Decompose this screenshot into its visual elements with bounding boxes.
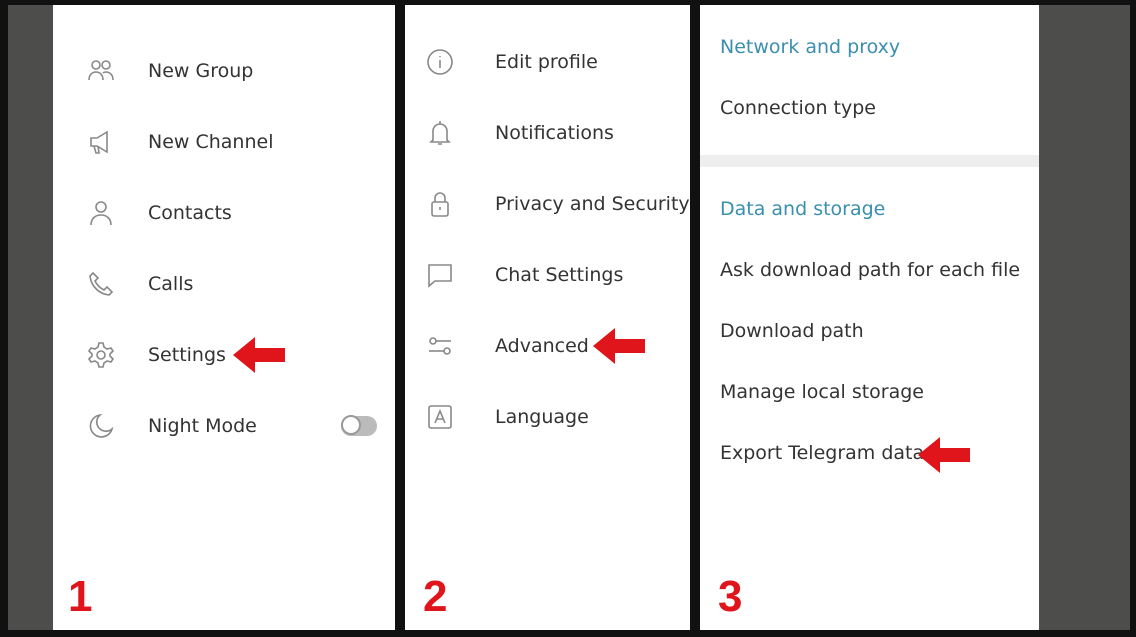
- section-title-network: Network and proxy: [720, 36, 901, 58]
- menu-item-label: New Channel: [148, 131, 274, 153]
- settings-item-advanced[interactable]: Advanced: [405, 326, 690, 366]
- menu-item-new-group[interactable]: New Group: [53, 51, 395, 91]
- group-icon: [86, 56, 116, 86]
- menu-item-calls[interactable]: Calls: [53, 264, 395, 304]
- settings-item-chat[interactable]: Chat Settings: [405, 255, 690, 295]
- menu-item-settings[interactable]: Settings: [53, 335, 395, 375]
- menu-item-label: Night Mode: [148, 415, 257, 437]
- gear-icon: [86, 340, 116, 370]
- phone-icon: [86, 269, 116, 299]
- settings-item-notifications[interactable]: Notifications: [405, 113, 690, 153]
- manage-local-storage-item[interactable]: Manage local storage: [720, 381, 924, 403]
- person-icon: [86, 198, 116, 228]
- sliders-icon: [425, 331, 455, 361]
- settings-item-language[interactable]: Language: [405, 397, 690, 437]
- settings-panel: Edit profile Notifications Privacy and S…: [405, 5, 690, 630]
- ask-download-path-item[interactable]: Ask download path for each file: [720, 259, 1020, 281]
- settings-item-edit-profile[interactable]: Edit profile: [405, 42, 690, 82]
- left-background: [8, 5, 53, 630]
- red-arrow-indicator: [918, 437, 970, 473]
- chat-icon: [425, 260, 455, 290]
- right-background: [1039, 5, 1130, 630]
- lock-icon: [425, 189, 455, 219]
- section-title-data-storage: Data and storage: [720, 198, 886, 220]
- info-icon: [425, 47, 455, 77]
- menu-item-night-mode[interactable]: Night Mode: [53, 406, 395, 446]
- menu-item-contacts[interactable]: Contacts: [53, 193, 395, 233]
- settings-item-label: Edit profile: [495, 51, 598, 73]
- settings-item-label: Privacy and Security: [495, 193, 690, 215]
- menu-item-label: New Group: [148, 60, 254, 82]
- language-icon: [425, 402, 455, 432]
- step-number: 2: [423, 572, 448, 621]
- menu-item-new-channel[interactable]: New Channel: [53, 122, 395, 162]
- step-number: 1: [68, 572, 93, 621]
- menu-item-label: Calls: [148, 273, 194, 295]
- download-path-item[interactable]: Download path: [720, 320, 864, 342]
- settings-item-label: Chat Settings: [495, 264, 624, 286]
- step-number: 3: [718, 572, 743, 621]
- megaphone-icon: [86, 127, 116, 157]
- settings-item-label: Language: [495, 406, 589, 428]
- moon-icon: [86, 411, 116, 441]
- section-divider: [700, 155, 1039, 167]
- menu-item-label: Contacts: [148, 202, 232, 224]
- export-telegram-data-item[interactable]: Export Telegram data: [720, 442, 924, 464]
- bell-icon: [425, 118, 455, 148]
- main-menu-panel: New Group New Channel Contacts Calls Set…: [53, 5, 395, 630]
- settings-item-label: Notifications: [495, 122, 614, 144]
- connection-type-item[interactable]: Connection type: [720, 97, 876, 119]
- menu-item-label: Settings: [148, 344, 226, 366]
- settings-item-label: Advanced: [495, 335, 589, 357]
- night-mode-toggle[interactable]: [341, 415, 377, 436]
- red-arrow-indicator: [233, 337, 285, 373]
- settings-item-privacy[interactable]: Privacy and Security: [405, 184, 690, 224]
- red-arrow-indicator: [593, 328, 645, 364]
- advanced-panel: Network and proxy Connection type Data a…: [700, 5, 1039, 630]
